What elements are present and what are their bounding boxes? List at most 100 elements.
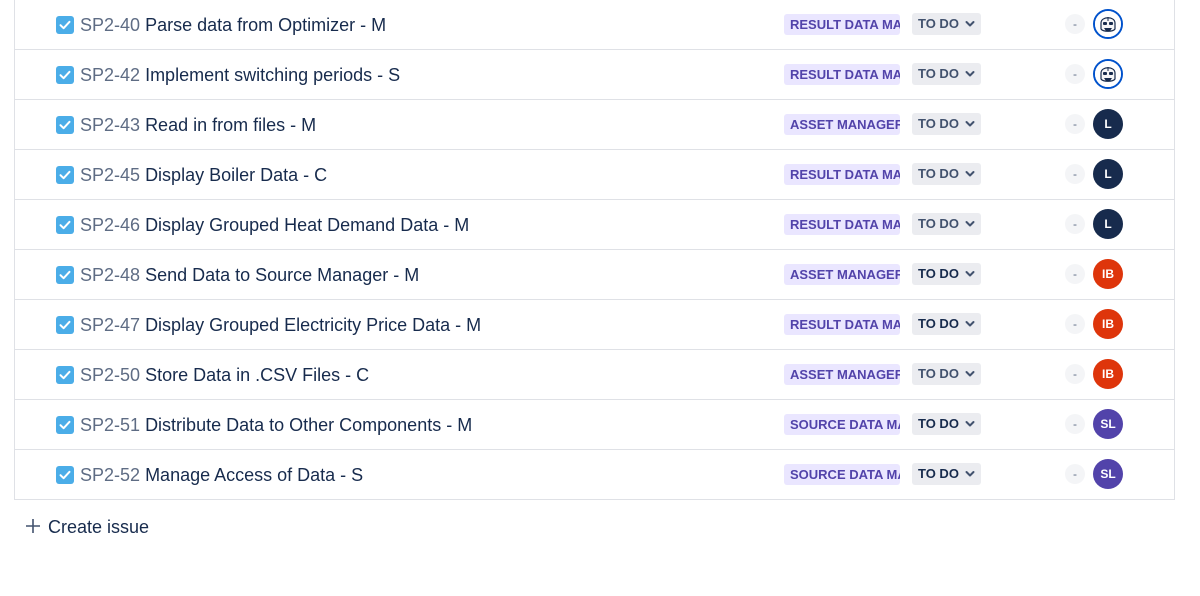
task-checkbox-icon [56, 216, 74, 234]
issue-row[interactable]: SP2-43 Read in from files - M ASSET MANAG… [15, 99, 1174, 149]
create-issue-label: Create issue [48, 517, 150, 537]
issue-summary[interactable]: SP2-47 Display Grouped Electricity Price… [80, 314, 481, 336]
status-dropdown[interactable]: TO DO [912, 263, 981, 285]
status-dropdown[interactable]: TO DO [912, 313, 981, 335]
issue-summary[interactable]: SP2-48 Send Data to Source Manager - M [80, 264, 419, 286]
epic-lozenge[interactable]: SOURCE DATA MANAGER [784, 414, 900, 435]
epic-lozenge[interactable]: RESULT DATA MANAGER [784, 214, 900, 235]
story-points-estimate[interactable]: - [1065, 364, 1085, 384]
issue-title: Distribute Data to Other Components - M [145, 415, 473, 435]
status-label: TO DO [918, 466, 959, 481]
issue-row[interactable]: SP2-52 Manage Access of Data - S SOURCE D… [15, 449, 1174, 499]
issue-key[interactable]: SP2-45 [80, 165, 140, 185]
issue-row[interactable]: SP2-40 Parse data from Optimizer - M RESU… [15, 0, 1174, 49]
epic-lozenge[interactable]: RESULT DATA MANAGER [784, 64, 900, 85]
issue-summary[interactable]: SP2-50 Store Data in .CSV Files - C [80, 364, 369, 386]
epic-lozenge[interactable]: RESULT DATA MANAGER [784, 314, 900, 335]
task-checkbox-icon [56, 366, 74, 384]
status-label: TO DO [918, 116, 959, 131]
issue-key[interactable]: SP2-46 [80, 215, 140, 235]
status-dropdown[interactable]: TO DO [912, 63, 981, 85]
status-label: TO DO [918, 316, 959, 331]
issue-key[interactable]: SP2-42 [80, 65, 140, 85]
epic-lozenge[interactable]: ASSET MANAGER [784, 264, 900, 285]
assignee-avatar[interactable]: IB [1093, 309, 1123, 339]
story-points-estimate[interactable]: - [1065, 464, 1085, 484]
status-label: TO DO [918, 16, 959, 31]
status-dropdown[interactable]: TO DO [912, 413, 981, 435]
status-dropdown[interactable]: TO DO [912, 163, 981, 185]
status-label: TO DO [918, 416, 959, 431]
issue-row[interactable]: SP2-42 Implement switching periods - S RE… [15, 49, 1174, 99]
status-label: TO DO [918, 366, 959, 381]
issue-summary[interactable]: SP2-52 Manage Access of Data - S [80, 464, 363, 486]
chevron-down-icon [965, 121, 975, 127]
task-checkbox-icon [56, 316, 74, 334]
issue-summary[interactable]: SP2-42 Implement switching periods - S [80, 64, 400, 86]
issue-title: Manage Access of Data - S [145, 465, 364, 485]
task-checkbox-icon [56, 116, 74, 134]
issue-summary[interactable]: SP2-40 Parse data from Optimizer - M [80, 14, 386, 36]
epic-lozenge[interactable]: RESULT DATA MANAGER [784, 14, 900, 35]
issue-key[interactable]: SP2-43 [80, 115, 140, 135]
status-label: TO DO [918, 266, 959, 281]
issue-key[interactable]: SP2-51 [80, 415, 140, 435]
issue-row[interactable]: SP2-45 Display Boiler Data - C RESULT DAT… [15, 149, 1174, 199]
assignee-avatar[interactable] [1093, 59, 1123, 89]
epic-lozenge[interactable]: RESULT DATA MANAGER [784, 164, 900, 185]
status-dropdown[interactable]: TO DO [912, 463, 981, 485]
story-points-estimate[interactable]: - [1065, 214, 1085, 234]
issue-key[interactable]: SP2-50 [80, 365, 140, 385]
issue-title: Display Boiler Data - C [145, 165, 328, 185]
issue-row[interactable]: SP2-48 Send Data to Source Manager - M AS… [15, 249, 1174, 299]
epic-lozenge[interactable]: SOURCE DATA MANAGER [784, 464, 900, 485]
task-checkbox-icon [56, 466, 74, 484]
chevron-down-icon [965, 21, 975, 27]
issue-title: Implement switching periods - S [145, 65, 401, 85]
chevron-down-icon [965, 271, 975, 277]
issue-key[interactable]: SP2-48 [80, 265, 140, 285]
assignee-avatar[interactable]: L [1093, 209, 1123, 239]
story-points-estimate[interactable]: - [1065, 64, 1085, 84]
issue-summary[interactable]: SP2-43 Read in from files - M [80, 114, 316, 136]
issue-title: Send Data to Source Manager - M [145, 265, 420, 285]
create-issue-button[interactable]: Create issue [25, 515, 149, 539]
assignee-avatar[interactable]: SL [1093, 459, 1123, 489]
story-points-estimate[interactable]: - [1065, 114, 1085, 134]
story-points-estimate[interactable]: - [1065, 264, 1085, 284]
story-points-estimate[interactable]: - [1065, 414, 1085, 434]
assignee-avatar[interactable]: IB [1093, 359, 1123, 389]
status-dropdown[interactable]: TO DO [912, 363, 981, 385]
issue-title: Read in from files - M [145, 115, 317, 135]
assignee-avatar[interactable]: SL [1093, 409, 1123, 439]
story-points-estimate[interactable]: - [1065, 14, 1085, 34]
chevron-down-icon [965, 371, 975, 377]
issue-key[interactable]: SP2-47 [80, 315, 140, 335]
status-dropdown[interactable]: TO DO [912, 213, 981, 235]
story-points-estimate[interactable]: - [1065, 314, 1085, 334]
chevron-down-icon [965, 221, 975, 227]
issue-summary[interactable]: SP2-45 Display Boiler Data - C [80, 164, 327, 186]
epic-lozenge[interactable]: ASSET MANAGER [784, 114, 900, 135]
status-dropdown[interactable]: TO DO [912, 113, 981, 135]
story-points-estimate[interactable]: - [1065, 164, 1085, 184]
epic-lozenge[interactable]: ASSET MANAGER [784, 364, 900, 385]
issue-row[interactable]: SP2-51 Distribute Data to Other Componen… [15, 399, 1174, 449]
chevron-down-icon [965, 421, 975, 427]
issue-row[interactable]: SP2-47 Display Grouped Electricity Price… [15, 299, 1174, 349]
status-label: TO DO [918, 66, 959, 81]
assignee-avatar[interactable]: L [1093, 159, 1123, 189]
status-dropdown[interactable]: TO DO [912, 13, 981, 35]
assignee-avatar[interactable] [1093, 9, 1123, 39]
issue-summary[interactable]: SP2-46 Display Grouped Heat Demand Data … [80, 214, 469, 236]
issue-row[interactable]: SP2-46 Display Grouped Heat Demand Data … [15, 199, 1174, 249]
assignee-avatar[interactable]: L [1093, 109, 1123, 139]
issue-key[interactable]: SP2-52 [80, 465, 140, 485]
issue-row[interactable]: SP2-50 Store Data in .CSV Files - C ASSET… [15, 349, 1174, 399]
assignee-avatar[interactable]: IB [1093, 259, 1123, 289]
issue-title: Display Grouped Heat Demand Data - M [145, 215, 470, 235]
issue-key[interactable]: SP2-40 [80, 15, 140, 35]
status-label: TO DO [918, 166, 959, 181]
chevron-down-icon [965, 471, 975, 477]
issue-summary[interactable]: SP2-51 Distribute Data to Other Componen… [80, 414, 472, 436]
